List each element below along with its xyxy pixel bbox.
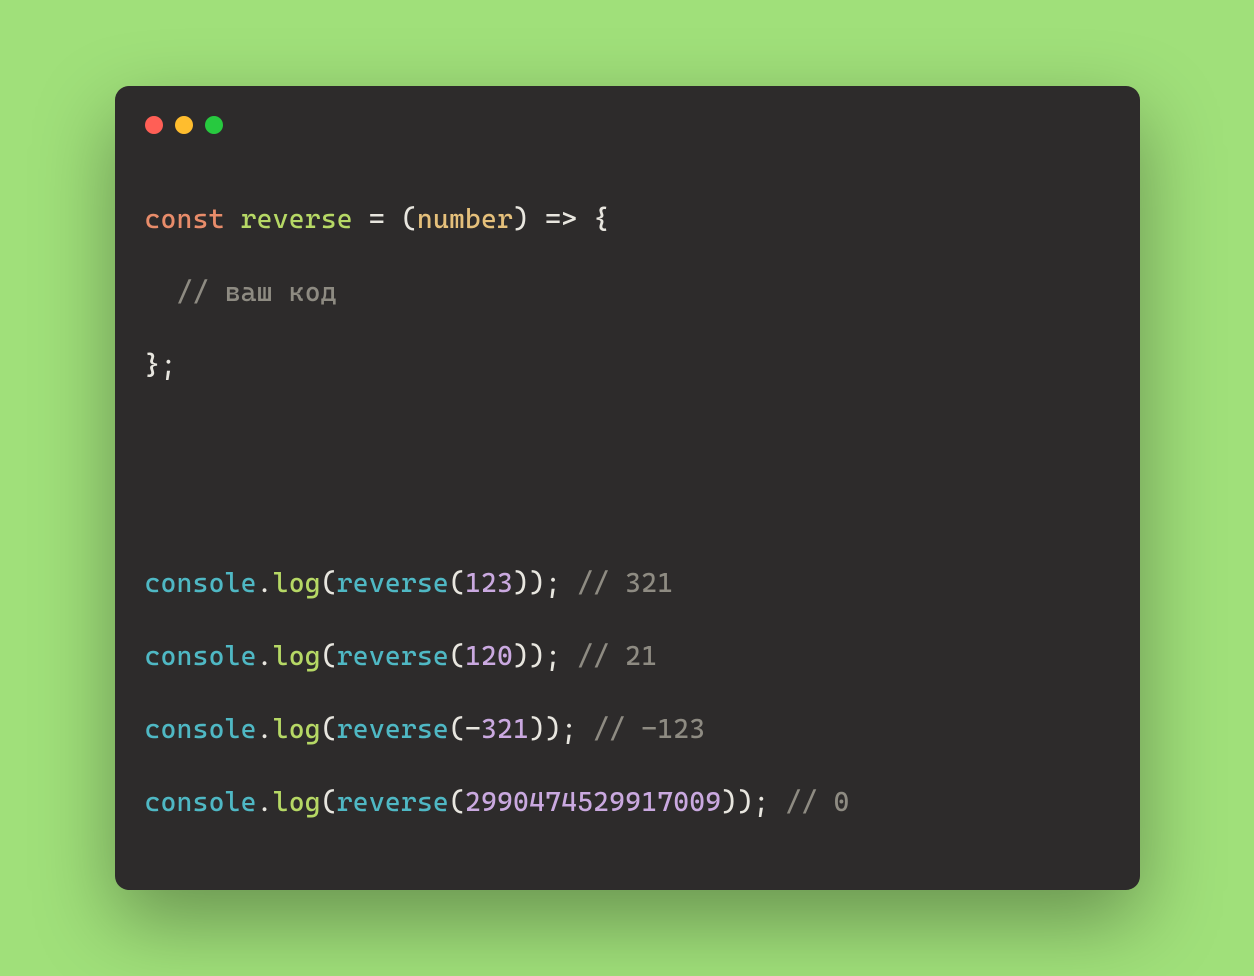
dot: . [257, 641, 273, 672]
punc-equals: = [369, 204, 385, 235]
minimize-icon[interactable] [175, 116, 193, 134]
dot: . [257, 714, 273, 745]
paren-close: )); [513, 641, 561, 672]
console-ident: console [145, 568, 257, 599]
paren-close: )); [513, 568, 561, 599]
paren-open: ( [321, 787, 337, 818]
maximize-icon[interactable] [205, 116, 223, 134]
function-name: reverse [241, 204, 353, 235]
window-controls [145, 116, 1110, 134]
console-ident: console [145, 714, 257, 745]
arg-number: 321 [481, 714, 529, 745]
comment-your-code: // ваш код [177, 277, 337, 308]
keyword-const: const [145, 204, 225, 235]
arg-number: 123 [465, 568, 513, 599]
arg-number: 2990474529917009 [465, 787, 721, 818]
reverse-call: reverse [337, 714, 449, 745]
paren-close: )); [529, 714, 577, 745]
log-method: log [273, 714, 321, 745]
punc-paren-close: ) [513, 204, 529, 235]
paren-open: ( [321, 641, 337, 672]
reverse-call: reverse [337, 568, 449, 599]
console-ident: console [145, 641, 257, 672]
log-method: log [273, 787, 321, 818]
paren-open: ( [321, 714, 337, 745]
reverse-call: reverse [337, 641, 449, 672]
brace-open: { [593, 204, 609, 235]
log-method: log [273, 641, 321, 672]
punc-paren-open: ( [401, 204, 417, 235]
code-window: const reverse = (number) => { // ваш код… [115, 86, 1140, 890]
result-comment: // 321 [577, 568, 673, 599]
close-icon[interactable] [145, 116, 163, 134]
param-name: number [417, 204, 513, 235]
arg-number: 120 [465, 641, 513, 672]
dot: . [257, 787, 273, 818]
console-ident: console [145, 787, 257, 818]
reverse-call: reverse [337, 787, 449, 818]
result-comment: // 21 [577, 641, 657, 672]
brace-close: }; [145, 350, 177, 381]
paren-open: ( [321, 568, 337, 599]
result-comment: // -123 [593, 714, 705, 745]
paren-open: ( [449, 787, 465, 818]
paren-open: ( [449, 641, 465, 672]
paren-close: )); [721, 787, 769, 818]
log-method: log [273, 568, 321, 599]
arrow: => [545, 204, 577, 235]
result-comment: // 0 [785, 787, 849, 818]
paren-open: ( [449, 568, 465, 599]
dot: . [257, 568, 273, 599]
minus-sign: - [465, 714, 481, 745]
code-block: const reverse = (number) => { // ваш код… [145, 184, 1110, 840]
paren-open: ( [449, 714, 465, 745]
